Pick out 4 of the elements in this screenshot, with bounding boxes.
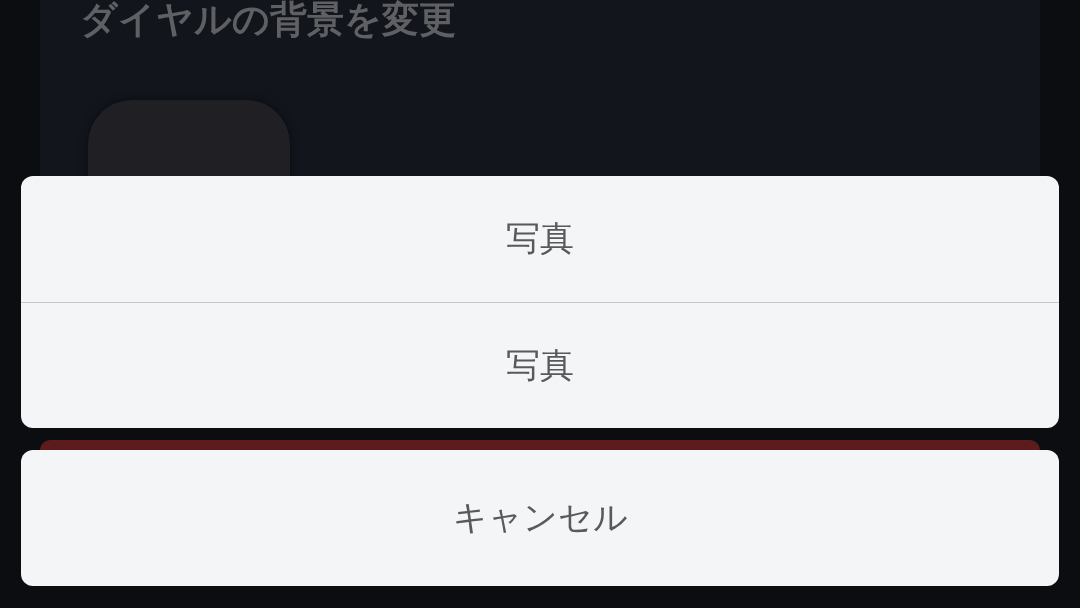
sheet-option[interactable]: 写真 [21,176,1059,302]
sheet-option[interactable]: 写真 [21,302,1059,428]
cancel-button[interactable]: キャンセル [21,450,1059,586]
screen-title: ダイヤルの背景を変更 [80,0,457,43]
